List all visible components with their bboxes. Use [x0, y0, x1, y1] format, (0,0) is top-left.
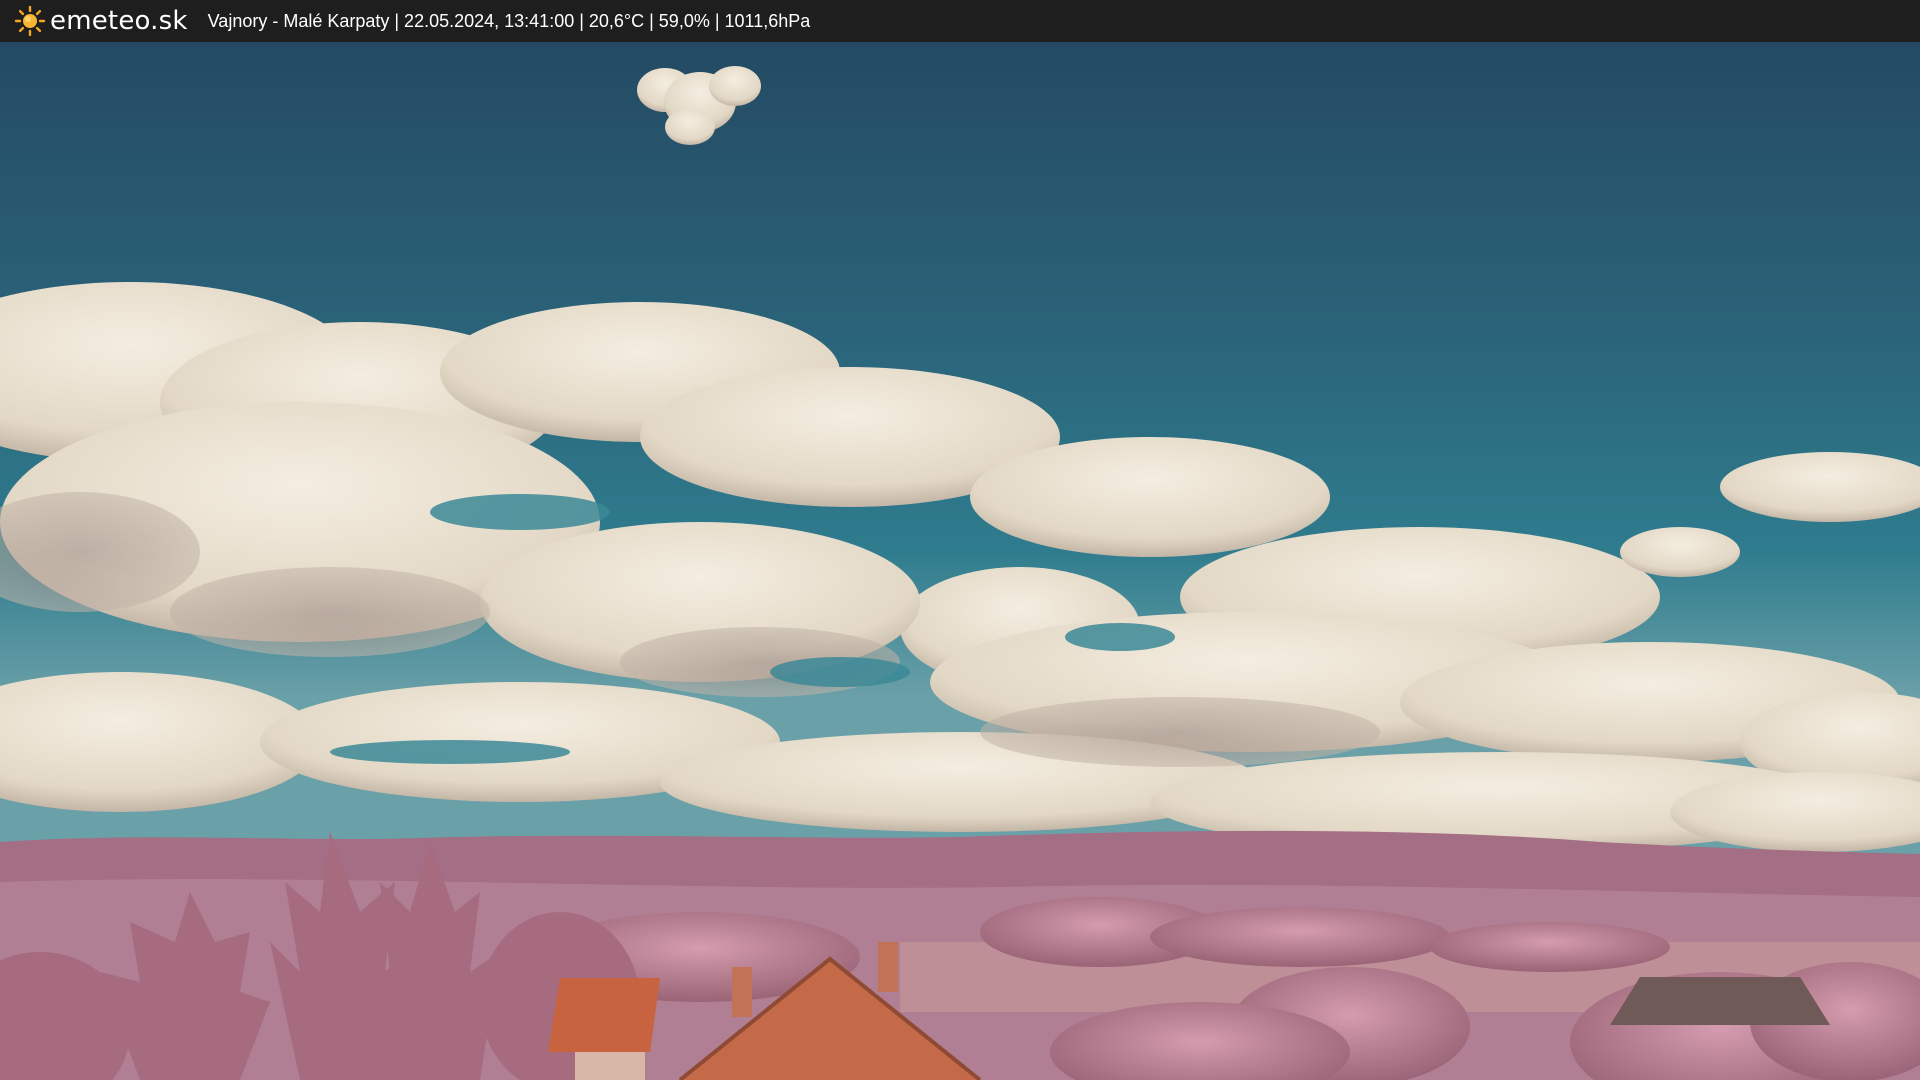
house-right	[1610, 977, 1830, 1025]
brand-name: emeteo.sk	[50, 6, 188, 36]
webcam-overlay-bar: emeteo.sk Vajnory - Malé Karpaty | 22.05…	[0, 0, 1920, 42]
brand-logo[interactable]: emeteo.sk	[14, 0, 188, 42]
weather-caption: Vajnory - Malé Karpaty | 22.05.2024, 13:…	[207, 10, 811, 31]
webcam-image	[0, 42, 1920, 1080]
sun-icon	[14, 5, 46, 37]
